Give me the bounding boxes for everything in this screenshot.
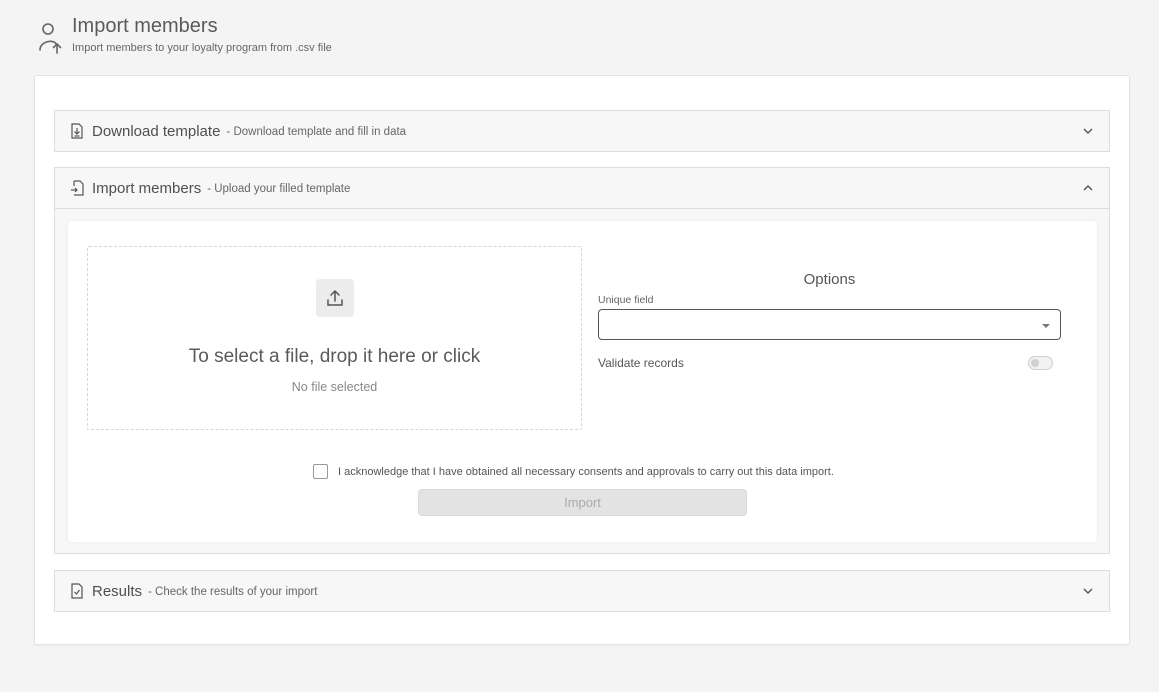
upload-button[interactable] [316,279,354,317]
page-subtitle: Import members to your loyalty program f… [72,42,332,54]
panel-title: Download template [92,122,221,140]
page-title: Import members [72,15,218,37]
consent-text: I acknowledge that I have obtained all n… [338,465,834,478]
results-header[interactable]: Results - Check the results of your impo… [55,571,1109,611]
file-import-icon [71,180,84,196]
file-download-icon [71,123,83,139]
unique-field-select[interactable] [598,309,1061,340]
page-header: Import members Import members to your lo… [38,14,332,56]
import-button[interactable]: Import [418,489,747,516]
caret-down-icon [1042,324,1050,328]
panel-description: - Check the results of your import [148,586,318,598]
upload-icon [327,289,343,306]
chevron-down-icon[interactable] [1081,584,1095,598]
chevron-down-icon[interactable] [1081,124,1095,138]
toggle-knob [1031,359,1039,367]
options-section: Options Unique field Validate records [598,271,1061,370]
file-status: No file selected [291,380,378,394]
validate-records-label: Validate records [598,356,684,370]
unique-field-label: Unique field [598,294,654,306]
dropzone-text: To select a file, drop it here or click [188,346,481,367]
file-dropzone[interactable]: To select a file, drop it here or click … [87,246,582,430]
consent-row: I acknowledge that I have obtained all n… [313,464,834,479]
file-check-icon [71,583,83,599]
download-template-panel: Download template - Download template an… [54,110,1110,152]
options-title: Options [803,271,856,288]
results-panel: Results - Check the results of your impo… [54,570,1110,612]
download-template-header[interactable]: Download template - Download template an… [55,111,1109,151]
panel-description: - Download template and fill in data [226,126,407,138]
import-form: To select a file, drop it here or click … [68,221,1097,542]
user-upload-icon [39,23,62,54]
panel-title: Import members [92,179,202,197]
panel-title: Results [92,582,143,600]
consent-checkbox[interactable] [313,464,328,479]
validate-records-toggle[interactable] [1028,356,1053,370]
panel-description: - Upload your filled template [207,183,351,195]
import-members-panel: Import members - Upload your filled temp… [54,167,1110,554]
import-members-body: To select a file, drop it here or click … [55,208,1109,553]
import-members-header[interactable]: Import members - Upload your filled temp… [55,168,1109,208]
validate-records-row: Validate records [598,356,1061,370]
main-card: Download template - Download template an… [34,75,1130,645]
chevron-up-icon[interactable] [1081,181,1095,195]
